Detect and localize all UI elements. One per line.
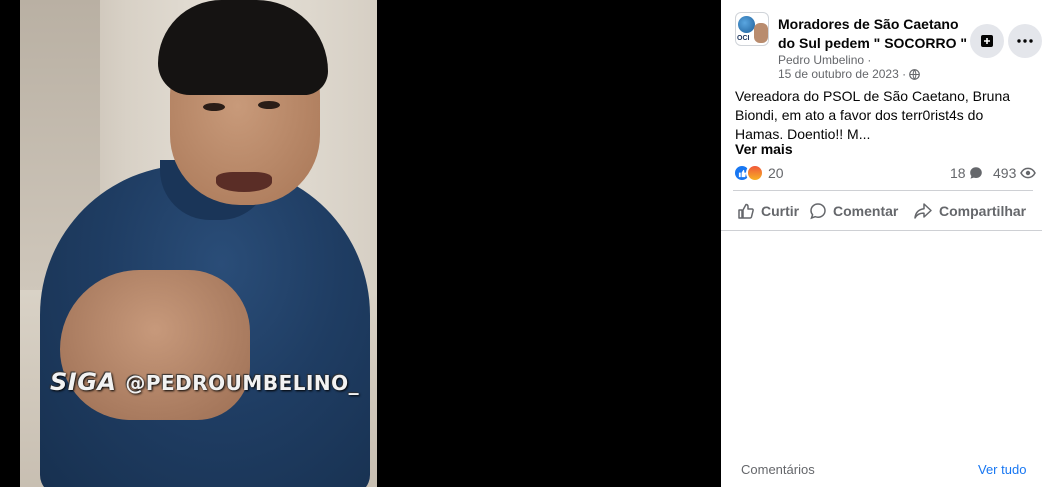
post-text: Vereadora do PSOL de São Caetano, Bruna … — [735, 88, 1011, 142]
comments-label: Comentários — [741, 462, 815, 477]
comment-count[interactable]: 18 — [950, 165, 983, 181]
share-button-label: Compartilhar — [939, 203, 1027, 219]
avatar-text: OCI — [737, 35, 750, 42]
see-more-link[interactable]: Ver mais — [735, 141, 793, 157]
video-watermark: SIGA @PEDROUMBELINO_ — [50, 368, 359, 396]
eye-icon — [1020, 167, 1037, 179]
comment-count-value: 18 — [950, 165, 966, 181]
bookmark-add-icon — [981, 35, 993, 47]
comment-button-label: Comentar — [833, 203, 899, 219]
watermark-prefix: SIGA — [50, 368, 117, 396]
divider — [721, 230, 1042, 231]
reactions-bar: 20 18 493 — [733, 163, 1037, 183]
public-globe-icon — [909, 68, 920, 80]
ellipsis-icon — [1017, 39, 1033, 43]
person-eye-left — [203, 103, 225, 111]
like-button[interactable]: Curtir — [737, 198, 799, 224]
more-options-button[interactable] — [1008, 24, 1042, 58]
view-count: 493 — [993, 165, 1037, 181]
video-player[interactable]: SIGA @PEDROUMBELINO_ — [0, 0, 721, 487]
author-name-link[interactable]: Pedro Umbelino · — [778, 53, 871, 67]
post-side-panel: OCI Moradores de São Caetano do Sul pede… — [721, 0, 1042, 487]
person-hair — [158, 0, 328, 95]
angry-reaction-icon — [746, 164, 764, 182]
avatar-person — [754, 23, 768, 43]
comment-icon — [810, 203, 826, 220]
group-avatar[interactable]: OCI — [735, 12, 769, 46]
person-eye-right — [258, 101, 280, 109]
like-button-label: Curtir — [761, 203, 800, 219]
see-all-comments-link[interactable]: Ver tudo — [978, 462, 1026, 477]
group-name-link[interactable]: Moradores de São Caetano do Sul pedem " … — [778, 15, 968, 53]
save-post-button[interactable] — [970, 24, 1004, 58]
globe-logo-icon — [738, 16, 755, 33]
share-button[interactable]: Compartilhar — [913, 198, 1026, 224]
share-icon — [914, 203, 932, 219]
post-date: 15 de outubro de 2023 · — [778, 67, 920, 81]
watermark-handle: @PEDROUMBELINO_ — [125, 371, 360, 395]
view-count-value: 493 — [993, 165, 1017, 181]
post-date-text[interactable]: 15 de outubro de 2023 · — [778, 67, 906, 81]
thumbs-up-icon — [738, 203, 754, 219]
reaction-count[interactable]: 20 — [768, 165, 784, 181]
comment-button[interactable]: Comentar — [809, 198, 898, 224]
post-actions: Curtir Comentar Compartilhar — [733, 198, 1033, 224]
divider — [733, 190, 1033, 191]
reaction-icons[interactable] — [733, 164, 765, 182]
comment-bubble-icon — [969, 167, 982, 179]
video-frame[interactable]: SIGA @PEDROUMBELINO_ — [20, 0, 377, 487]
person-mouth — [216, 172, 272, 192]
person-pointing-hand — [60, 270, 250, 420]
